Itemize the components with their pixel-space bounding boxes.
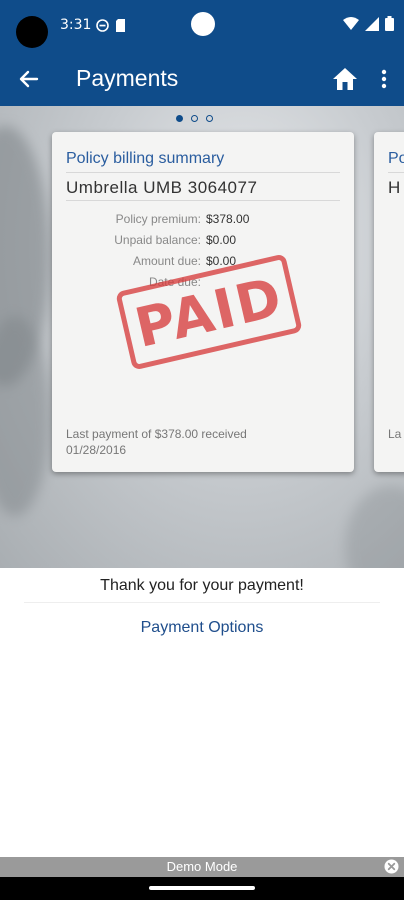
overflow-menu-button[interactable] <box>372 64 396 94</box>
last-payment-text: La <box>388 427 402 441</box>
row-label: Amount due: <box>132 254 201 268</box>
close-circle-icon <box>384 859 399 874</box>
app-bar: Payments <box>0 52 404 106</box>
page-dot[interactable] <box>206 115 213 122</box>
billing-carousel[interactable]: Policy billing summary Umbrella UMB 3064… <box>0 106 404 568</box>
policy-name: H <box>388 178 401 197</box>
wifi-icon <box>343 17 359 30</box>
front-sensor <box>191 12 215 36</box>
policy-billing-card[interactable]: Policy billing summary Umbrella UMB 3064… <box>52 132 354 472</box>
last-payment-text: Last payment of $378.00 received 01/28/2… <box>66 427 247 457</box>
sim-card-icon <box>116 19 125 32</box>
divider <box>66 172 340 173</box>
system-navigation-bar <box>0 877 404 900</box>
card-heading: Policy billing summary <box>66 150 225 167</box>
home-button[interactable] <box>330 64 360 94</box>
demo-mode-label: Demo Mode <box>166 859 238 874</box>
payment-options-link[interactable]: Payment Options <box>0 619 404 637</box>
carousel-page-indicator <box>176 115 213 122</box>
back-button[interactable] <box>14 64 44 94</box>
page-title: Payments <box>76 65 179 91</box>
status-bar: 3:31 <box>0 0 404 52</box>
demo-mode-banner: Demo Mode <box>0 857 404 877</box>
card-heading: Po <box>388 150 404 167</box>
status-icons-left <box>96 19 126 32</box>
paid-stamp: PAID <box>115 253 303 371</box>
divider <box>66 200 340 201</box>
home-icon <box>333 68 357 90</box>
divider <box>24 602 380 603</box>
payment-confirmation: Thank you for your payment! <box>100 577 304 594</box>
camera-cutout <box>16 16 48 48</box>
row-label: Unpaid balance: <box>114 233 201 247</box>
status-time: 3:31 <box>60 17 92 33</box>
more-vert-icon <box>381 69 387 89</box>
home-gesture-handle[interactable] <box>149 886 255 890</box>
divider <box>388 172 404 173</box>
page-dot-active[interactable] <box>176 115 183 122</box>
background-tree <box>0 316 50 516</box>
row-label: Policy premium: <box>115 212 201 226</box>
signal-icon <box>365 16 379 31</box>
row-value: $0.00 <box>206 233 237 247</box>
arrow-left-icon <box>19 70 39 88</box>
status-icons-right <box>343 16 394 31</box>
dnd-icon <box>96 19 109 32</box>
battery-icon <box>385 16 394 31</box>
demo-close-button[interactable] <box>384 859 399 874</box>
page-dot[interactable] <box>191 115 198 122</box>
background-tree <box>345 486 404 568</box>
policy-name: Umbrella UMB 3064077 <box>66 178 258 197</box>
row-value: $378.00 <box>206 212 250 226</box>
next-policy-card[interactable]: Po H La <box>374 132 404 472</box>
